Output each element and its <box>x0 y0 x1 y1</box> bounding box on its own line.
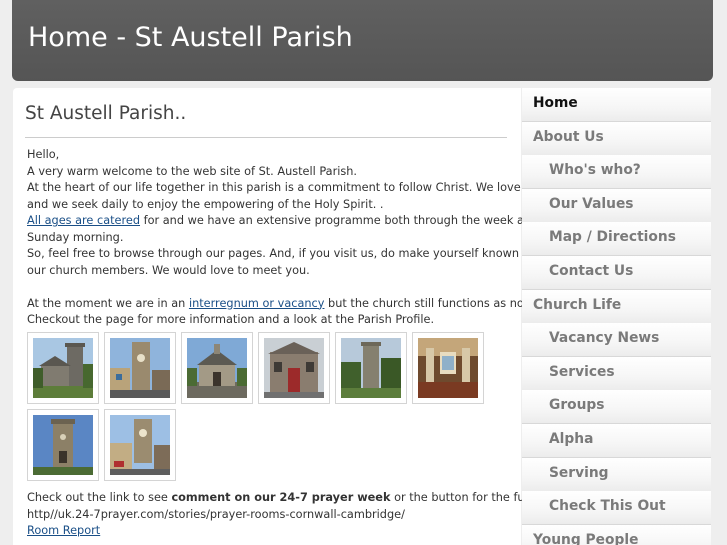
clock-tower-photo[interactable] <box>104 332 176 404</box>
stone-building-photo[interactable] <box>258 332 330 404</box>
church-interior-photo[interactable] <box>412 332 484 404</box>
welcome-line: and we seek daily to enjoy the empowerin… <box>27 197 384 211</box>
nav-item-contact-us[interactable]: Contact Us <box>522 256 711 290</box>
chapel-photo[interactable] <box>181 332 253 404</box>
page-title: St Austell Parish.. <box>25 103 187 124</box>
nav-item-map-directions[interactable]: Map / Directions <box>522 222 711 257</box>
welcome-text: Hello, A very warm welcome to the web si… <box>27 147 593 329</box>
sidebar-nav: Home About Us Who's who? Our Values Map / Di… <box>522 88 711 545</box>
nav-item-about-us[interactable]: About Us <box>522 121 711 156</box>
nav-item-church-life[interactable]: Church Life <box>522 289 711 324</box>
greeting-text: Hello, <box>27 148 60 161</box>
welcome-line: So, feel free to browse through our page… <box>27 247 573 260</box>
nav-item-who-s-who[interactable]: Who's who? <box>522 155 711 190</box>
title-divider <box>25 137 507 138</box>
main-content: St Austell Parish.. Hello, A very warm w… <box>13 88 593 545</box>
vacancy-line-text: but the church still functions as normal… <box>324 296 553 310</box>
nav-item-services[interactable]: Services <box>522 356 711 391</box>
vacancy-line: Checkout the page for more information a… <box>27 313 435 326</box>
vacancy-line: At the moment we are in an interregnum o… <box>27 296 553 313</box>
welcome-line-text: for and we have an extensive programme b… <box>140 214 567 227</box>
room-report-line: Room Report <box>27 523 573 540</box>
tower-trees-photo[interactable] <box>335 332 407 404</box>
all-ages-link[interactable]: All ages are catered <box>27 214 140 227</box>
nav-item-vacancy-news[interactable]: Vacancy News <box>522 323 711 358</box>
vacancy-line-text: At the moment we are in an <box>27 296 189 310</box>
interregnum-link[interactable]: interregnum or vacancy <box>189 297 325 310</box>
nav-item-groups[interactable]: Groups <box>522 390 711 425</box>
welcome-line: our church members. We would love to mee… <box>27 263 310 277</box>
nav-item-alpha[interactable]: Alpha <box>522 424 711 458</box>
page-heading: Home - St Austell Parish <box>28 22 353 53</box>
nav-item-young-people[interactable]: Young People <box>522 524 711 545</box>
clock-tower-street-photo[interactable] <box>104 409 176 481</box>
nav-item-serving[interactable]: Serving <box>522 457 711 492</box>
nav-item-home[interactable]: Home <box>522 88 711 122</box>
nav-item-check-this-out[interactable]: Check This Out <box>522 491 711 526</box>
welcome-line: All ages are catered for and we have an … <box>27 213 566 230</box>
welcome-line: A very warm welcome to the web site of S… <box>27 164 358 178</box>
prayer-comment-emphasis: comment on our 24-7 prayer week <box>171 491 391 504</box>
room-report-link[interactable]: Room Report <box>27 524 100 537</box>
welcome-line: Sunday morning. <box>27 230 124 244</box>
church-photo[interactable] <box>27 332 99 404</box>
prayer-week-text: Check out the link to see comment on our… <box>27 490 573 540</box>
site-header: Home - St Austell Parish <box>12 0 713 81</box>
nav-item-our-values[interactable]: Our Values <box>522 188 711 223</box>
welcome-line: At the heart of our life together in thi… <box>27 181 593 194</box>
prayer-line: Check out the link to see comment on our… <box>27 490 573 507</box>
prayer-line-text: Check out the link to see <box>27 491 172 504</box>
prayer-url: http//uk.24-7prayer.com/stories/prayer-r… <box>27 507 405 521</box>
tower-photo[interactable] <box>27 409 99 481</box>
